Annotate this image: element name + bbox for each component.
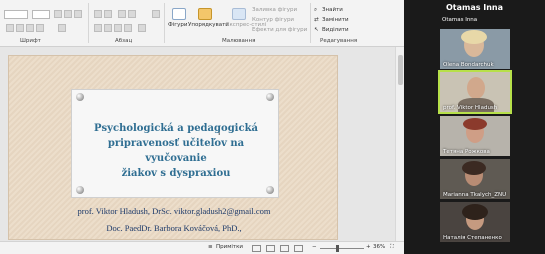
participant-tile[interactable]: Marianna Tkalych_ZNU — [440, 159, 510, 199]
participant-name: Otamas Inna — [442, 17, 478, 23]
participant-tile[interactable]: Otamas Inna — [440, 14, 510, 26]
italic-button[interactable] — [16, 24, 24, 32]
title-card[interactable]: I Psychologická a pedagogická pripraveno… — [71, 89, 279, 198]
hair — [462, 204, 488, 220]
strikethrough-button[interactable] — [36, 24, 44, 32]
justify-button[interactable] — [124, 24, 132, 32]
grow-font-button[interactable] — [54, 10, 62, 18]
bold-button[interactable] — [6, 24, 14, 32]
align-right-button[interactable] — [114, 24, 122, 32]
ribbon: Шрифт Абзац Фігури Упорядкувати Експрес-… — [0, 0, 404, 47]
hair — [463, 118, 487, 130]
title-line: žiakov s dyspraxiou — [121, 168, 231, 179]
increase-indent-button[interactable] — [128, 10, 136, 18]
separator — [164, 3, 165, 43]
participant-name: Marianna Tkalych_ZNU — [443, 192, 507, 198]
scrollbar-thumb[interactable] — [398, 55, 403, 85]
columns-button[interactable] — [138, 24, 146, 32]
screen: Шрифт Абзац Фігури Упорядкувати Експрес-… — [0, 0, 545, 254]
participant-tile-active[interactable]: prof. Viktor Hladush — [438, 70, 512, 114]
author-line[interactable]: prof. Viktor Hladush, DrSc. viktor.gladu… — [9, 206, 339, 216]
pin-icon — [266, 93, 274, 101]
pin-icon — [76, 186, 84, 194]
arrange-icon — [198, 8, 212, 20]
zoom-out-button[interactable]: − — [312, 244, 317, 250]
participants-panel: Otamas Inna Otamas Inna Olena Bondarchuk… — [404, 0, 545, 254]
hair — [462, 161, 486, 175]
text-direction-button[interactable] — [152, 10, 160, 18]
slide-title[interactable]: Psychologická a pedagogická pripravenosť… — [82, 121, 270, 181]
find-icon: ⌕ — [314, 7, 318, 13]
font-size-input[interactable] — [32, 10, 50, 19]
underline-button[interactable] — [26, 24, 34, 32]
quick-styles-icon — [232, 8, 246, 20]
decrease-indent-button[interactable] — [118, 10, 126, 18]
participant-name: Наталія Степаненко — [443, 235, 502, 241]
paragraph-group-label: Абзац — [115, 38, 133, 44]
find-button[interactable]: Знайти — [322, 7, 343, 13]
separator — [88, 3, 89, 43]
fit-slide-icon[interactable]: ⛶ — [390, 244, 394, 251]
host-name: Otamas Inna — [445, 3, 504, 12]
reading-view-button[interactable] — [280, 245, 289, 252]
shape-effects-button[interactable]: Ефекти для фігури — [252, 27, 307, 33]
slide-sorter-button[interactable] — [266, 245, 275, 252]
bullets-button[interactable] — [94, 10, 102, 18]
hair — [461, 30, 487, 44]
font-name-input[interactable] — [4, 10, 28, 19]
status-bar: ≡ Примітки − + 36% ⛶ — [0, 241, 404, 254]
slideshow-button[interactable] — [294, 245, 303, 252]
separator — [310, 3, 311, 43]
shape-outline-button[interactable]: Контур фігури — [252, 17, 294, 23]
zoom-in-button[interactable]: + — [366, 244, 371, 250]
zoom-slider[interactable] — [320, 248, 364, 249]
align-left-button[interactable] — [94, 24, 102, 32]
editing-group-label: Редагування — [320, 38, 358, 44]
shape-fill-button[interactable]: Заливка фігури — [252, 7, 297, 13]
powerpoint-window: Шрифт Абзац Фігури Упорядкувати Експрес-… — [0, 0, 404, 254]
slide[interactable]: I Psychologická a pedagogická pripraveno… — [8, 55, 338, 240]
zoom-slider-knob[interactable] — [336, 245, 339, 252]
select-button[interactable]: Виділити — [322, 27, 349, 33]
replace-button[interactable]: Замінити — [322, 17, 349, 23]
pin-icon — [76, 93, 84, 101]
font-group-label: Шрифт — [20, 38, 41, 44]
notes-button[interactable]: Примітки — [216, 244, 243, 250]
zoom-level[interactable]: 36% — [373, 244, 385, 250]
shapes-button[interactable]: Фігури — [168, 22, 187, 28]
clear-format-button[interactable] — [74, 10, 82, 18]
align-center-button[interactable] — [104, 24, 112, 32]
participant-name: prof. Viktor Hladush — [443, 105, 498, 111]
avatar — [467, 77, 485, 99]
drawing-group-label: Малювання — [222, 38, 256, 44]
vertical-scrollbar[interactable] — [395, 47, 404, 241]
pin-icon — [266, 186, 274, 194]
notes-icon: ≡ — [208, 244, 213, 250]
select-icon: ↖ — [314, 27, 319, 33]
shrink-font-button[interactable] — [64, 10, 72, 18]
participant-tile[interactable]: Наталія Степаненко — [440, 202, 510, 242]
participant-name: Тетяна Рожкова — [443, 149, 490, 155]
participant-name: Olena Bondarchuk — [443, 62, 494, 68]
participant-tile[interactable]: Olena Bondarchuk — [440, 29, 510, 69]
title-line: pripravenosť učiteľov na vyučovanie — [107, 138, 245, 164]
numbering-button[interactable] — [104, 10, 112, 18]
author-line[interactable]: Doc. PaedDr. Barbora Kováčová, PhD., — [9, 223, 339, 233]
normal-view-button[interactable] — [252, 245, 261, 252]
title-line: Psychologická a pedagogická — [94, 123, 258, 134]
replace-icon: ⇄ — [314, 17, 319, 23]
shapes-icon — [172, 8, 186, 20]
arrange-button[interactable]: Упорядкувати — [188, 22, 229, 28]
participant-tile[interactable]: Тетяна Рожкова — [440, 116, 510, 156]
font-color-button[interactable] — [58, 24, 66, 32]
